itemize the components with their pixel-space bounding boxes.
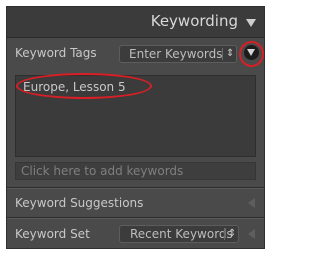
keyword-suggestions-label: Keyword Suggestions [15, 196, 144, 210]
keyword-set-value: Recent Keywords [130, 227, 233, 241]
annotation-ellipse [16, 73, 152, 99]
keywording-panel-header[interactable]: Keywording [7, 7, 264, 38]
keyword-set-section: Keyword Set Recent Keywords ⇕ [7, 219, 264, 248]
add-keywords-field[interactable]: Click here to add keywords [15, 162, 256, 180]
keyword-set-label: Keyword Set [15, 227, 90, 241]
annotation-circle [239, 41, 264, 67]
dropdown-separator [222, 48, 223, 60]
up-down-arrows-icon: ⇕ [228, 228, 237, 239]
panel-title: Keywording [150, 12, 238, 30]
keyword-tags-label: Keyword Tags [15, 46, 97, 60]
expand-triangle-icon[interactable] [248, 198, 255, 208]
keywords-textarea[interactable]: Europe, Lesson 5 [15, 73, 256, 157]
expand-triangle-icon[interactable] [248, 229, 255, 239]
keywording-panel: Keywording Keyword Tags Enter Keywords ⇕… [6, 6, 265, 249]
dropdown-separator [224, 228, 225, 240]
keyword-suggestions-section[interactable]: Keyword Suggestions [7, 189, 264, 217]
keyword-tags-row: Keyword Tags Enter Keywords ⇕ [7, 38, 264, 70]
up-down-arrows-icon: ⇕ [226, 48, 235, 59]
keyword-set-dropdown[interactable]: Recent Keywords ⇕ [119, 225, 239, 243]
keyword-tags-mode-value: Enter Keywords [129, 47, 223, 61]
collapse-triangle-icon[interactable] [246, 19, 256, 27]
keyword-tags-mode-dropdown[interactable]: Enter Keywords ⇕ [119, 45, 237, 63]
add-keywords-placeholder: Click here to add keywords [21, 164, 184, 178]
